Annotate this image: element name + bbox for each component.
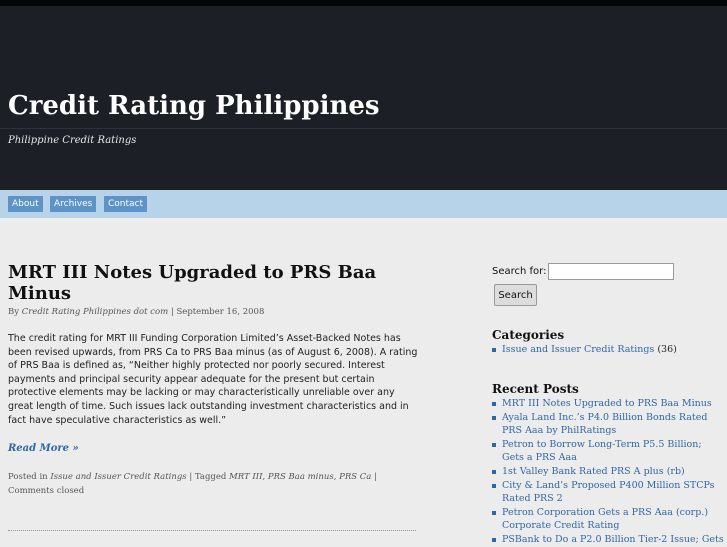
recent-post-item: City & Land’s Proposed P400 Million STCP… <box>492 479 724 506</box>
read-more-link[interactable]: Read More » <box>8 443 79 454</box>
search-input[interactable] <box>548 263 674 280</box>
byline-prefix: By <box>8 307 20 317</box>
bullet-icon <box>492 442 496 447</box>
search-label: Search for: <box>492 266 547 277</box>
recent-post-link[interactable]: City & Land’s Proposed P400 Million STCP… <box>502 480 715 505</box>
site-title[interactable]: Credit Rating Philippines <box>8 91 380 121</box>
bullet-icon <box>492 402 496 406</box>
post-title[interactable]: MRT III Notes Upgraded to PRS Baa Minus <box>8 262 408 304</box>
recent-post-item: Ayala Land Inc.’s P4.0 Billion Bonds Rat… <box>492 411 724 438</box>
post-author-link[interactable]: Credit Rating Philippines dot com <box>22 307 168 317</box>
byline-separator: | <box>170 307 174 317</box>
recent-post-link[interactable]: Petron to Borrow Long-Term P5.5 Billion;… <box>502 439 702 464</box>
bullet-icon <box>492 537 496 542</box>
bullet-icon <box>492 415 496 420</box>
main-navigation: About Archives Contact <box>0 190 727 218</box>
post-date: September 16, 2008 <box>176 307 265 317</box>
posted-in-label: Posted in <box>8 472 48 482</box>
recent-post-item: 1st Valley Bank Rated PRS A plus (rb) <box>492 465 724 479</box>
recent-post-item: MRT III Notes Upgraded to PRS Baa Minus <box>492 397 724 411</box>
recent-post-link[interactable]: Ayala Land Inc.’s P4.0 Billion Bonds Rat… <box>502 412 707 437</box>
nav-item-contact[interactable]: Contact <box>104 196 148 212</box>
post-excerpt: The credit rating for MRT III Funding Co… <box>8 333 418 426</box>
post-tag-link[interactable]: PRS Baa minus <box>268 472 334 482</box>
search-button[interactable]: Search <box>494 284 537 306</box>
post-tag-link[interactable]: MRT III <box>229 472 262 482</box>
categories-list: Issue and Issuer Credit Ratings (36) <box>492 343 724 357</box>
bullet-icon <box>492 510 496 515</box>
recent-post-link[interactable]: 1st Valley Bank Rated PRS A plus (rb) <box>502 466 685 477</box>
bullet-icon <box>492 483 496 488</box>
recent-post-link[interactable]: Petron Corporation Gets a PRS Aaa (corp.… <box>502 507 708 532</box>
nav-item-archives[interactable]: Archives <box>50 196 97 212</box>
nav-item-about[interactable]: About <box>8 196 43 212</box>
recent-post-item: PSBank to Do a P2.0 Billion Tier-2 Issue… <box>492 533 724 547</box>
post-category-link[interactable]: Issue and Issuer Credit Ratings <box>50 472 186 482</box>
bullet-icon <box>492 469 496 474</box>
recent-posts-list: MRT III Notes Upgraded to PRS Baa Minus … <box>492 397 724 547</box>
recent-post-item: Petron to Borrow Long-Term P5.5 Billion;… <box>492 438 724 465</box>
site-description: Philippine Credit Ratings <box>8 135 137 146</box>
recent-post-item: Petron Corporation Gets a PRS Aaa (corp.… <box>492 506 724 533</box>
category-item: Issue and Issuer Credit Ratings (36) <box>492 343 724 357</box>
recent-posts-heading: Recent Posts <box>492 382 579 396</box>
post-divider <box>8 530 416 531</box>
recent-post-link[interactable]: MRT III Notes Upgraded to PRS Baa Minus <box>502 398 712 409</box>
comments-status: Comments closed <box>8 486 85 496</box>
categories-heading: Categories <box>492 328 565 342</box>
site-header: Credit Rating Philippines Philippine Cre… <box>0 6 727 190</box>
recent-post-link[interactable]: PSBank to Do a P2.0 Billion Tier-2 Issue… <box>502 534 724 545</box>
header-divider <box>0 128 727 129</box>
post-byline: By Credit Rating Philippines dot com | S… <box>8 307 264 317</box>
tagged-label: Tagged <box>194 472 227 482</box>
category-link[interactable]: Issue and Issuer Credit Ratings <box>502 344 654 355</box>
bullet-icon <box>492 348 496 352</box>
post-tag-link[interactable]: PRS Ca <box>339 472 371 482</box>
category-count: (36) <box>657 344 677 355</box>
post-meta: Posted in Issue and Issuer Credit Rating… <box>8 472 377 496</box>
